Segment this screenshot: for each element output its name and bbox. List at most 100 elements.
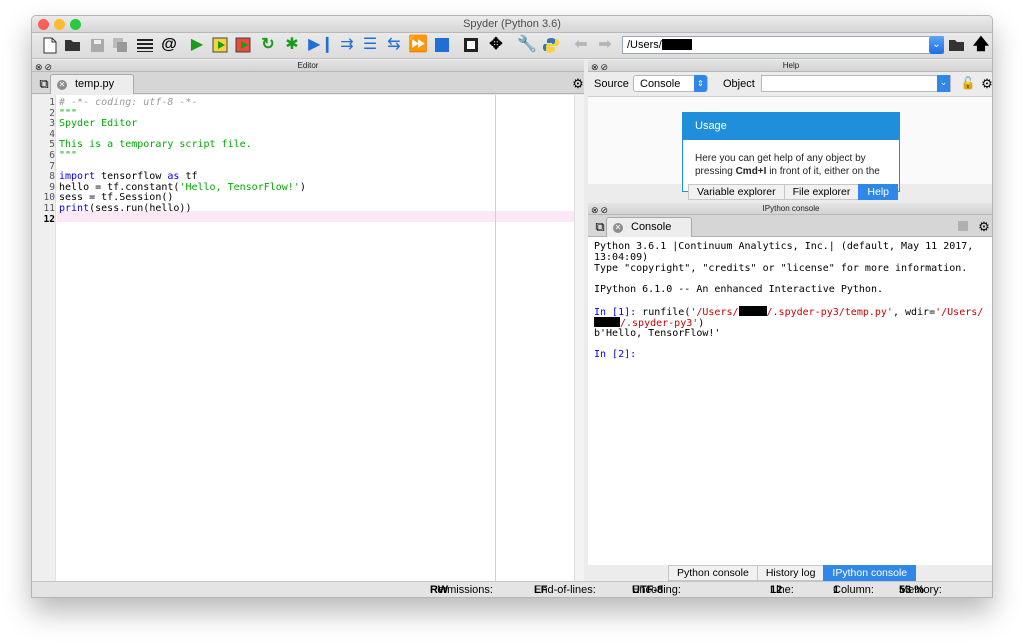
tab-label: temp.py xyxy=(75,78,115,90)
tab-temp-py[interactable]: ✕ temp.py xyxy=(50,74,134,94)
usage-text-post: in front of it, either on the xyxy=(766,166,880,177)
open-file-icon[interactable] xyxy=(63,35,83,55)
line-number-gutter: 1 2 3 4 5 6 7 8 9 10 11 12 xyxy=(32,95,56,581)
line-number: 3 xyxy=(49,118,55,130)
editor-pane-title: Editor xyxy=(297,61,319,70)
path-dropdown-chevron-icon[interactable]: ⌄ xyxy=(929,36,944,54)
line-number: 8 xyxy=(49,171,55,183)
continue-icon[interactable]: ⏩ xyxy=(408,35,428,55)
redacted-block xyxy=(738,306,767,316)
path-text: /Users/ xyxy=(627,39,662,51)
browse-folder-icon[interactable] xyxy=(947,35,967,55)
help-pane-header: ⊗⊘ Help xyxy=(588,60,992,72)
run-cell-advance-icon[interactable] xyxy=(234,35,254,55)
working-directory-input[interactable]: /Users/ xyxy=(622,36,944,54)
usage-line-2: pressing Cmd+I in front of it, either on… xyxy=(695,165,887,178)
tab-console-2a[interactable]: ✕ Console 2/A xyxy=(606,217,692,252)
step-in-icon[interactable]: ☰ xyxy=(360,35,380,55)
new-file-icon[interactable] xyxy=(40,35,60,55)
code-line: # -*- coding: utf-8 -*- xyxy=(59,97,198,108)
run-cell-icon[interactable] xyxy=(211,35,231,55)
ipython-pane-header: ⊗⊘ IPython console xyxy=(588,203,992,215)
tab-ipython-console[interactable]: IPython console xyxy=(823,565,917,581)
tab-file-explorer[interactable]: File explorer xyxy=(783,184,860,200)
save-file-icon[interactable] xyxy=(87,35,107,55)
eol-label: End-of-lines: xyxy=(534,584,596,596)
maximize-pane-icon[interactable] xyxy=(461,35,481,55)
encoding-label: Encoding: xyxy=(632,584,681,596)
rerun-icon[interactable]: ↻ xyxy=(258,35,278,55)
editor-scrollbar[interactable] xyxy=(574,95,584,581)
parent-directory-icon[interactable]: 🡅 xyxy=(971,35,991,55)
save-all-icon[interactable] xyxy=(110,35,130,55)
source-label: Source xyxy=(594,78,629,90)
line-number: 10 xyxy=(43,192,55,204)
line-number: 1 xyxy=(49,97,55,108)
list-icon[interactable] xyxy=(135,35,155,55)
console-output-1: b'Hello, TensorFlow!' xyxy=(594,328,721,339)
tab-help[interactable]: Help xyxy=(858,184,898,200)
debug-icon[interactable]: ✱ xyxy=(282,35,302,55)
tab-python-console[interactable]: Python console xyxy=(668,565,758,581)
permissions-label: Permissions: xyxy=(430,584,493,596)
stop-debug-icon[interactable] xyxy=(432,35,452,55)
line-number: 2 xyxy=(49,107,55,119)
memory-label: Memory: xyxy=(899,584,942,596)
redacted-block xyxy=(661,39,692,50)
help-content: Usage Here you can get help of any objec… xyxy=(588,96,992,192)
lock-icon[interactable]: 🔓 xyxy=(958,73,978,93)
line-number: 12 xyxy=(43,213,55,225)
line-label: Line: xyxy=(770,584,794,596)
editor-options-gear-icon[interactable]: ⚙ xyxy=(568,73,588,93)
step-icon[interactable]: ⇉ xyxy=(337,35,357,55)
close-console-icon[interactable]: ✕ xyxy=(613,223,623,233)
source-select[interactable]: Console ⇕ xyxy=(633,75,708,92)
close-tab-icon[interactable]: ✕ xyxy=(57,80,67,90)
fullscreen-icon[interactable]: ✥ xyxy=(486,35,506,55)
help-toolbar: Source Console ⇕ Object ⌄ 🔓 ⚙ xyxy=(588,72,992,96)
string-1b: /.spyder-py3/temp.py' xyxy=(766,307,893,318)
code-line: print(sess.run(hello)) xyxy=(59,203,192,214)
line-number: 6 xyxy=(49,150,55,161)
code-line: """ xyxy=(59,107,78,119)
usage-text: Here you can get help of any object by p… xyxy=(683,140,899,178)
tab-variable-explorer[interactable]: Variable explorer xyxy=(688,184,785,200)
help-pane-title: Help xyxy=(782,61,800,70)
console-tab-bar: ⧉ ✕ Console 2/A ⚙ xyxy=(588,215,992,252)
tools-wrench-icon[interactable]: 🔧 xyxy=(517,35,537,55)
forward-arrow-icon[interactable]: ➡ xyxy=(595,35,615,55)
usage-line-1: Here you can get help of any object by xyxy=(695,153,866,164)
code-editor[interactable]: 1 2 3 4 5 6 7 8 9 10 11 12 # -*- coding: utf-8 -*- "… xyxy=(32,95,574,581)
object-label: Object xyxy=(723,78,755,90)
python-path-icon[interactable] xyxy=(541,35,561,55)
window-title: Spyder (Python 3.6) xyxy=(463,18,561,30)
help-bottom-tabs: Variable explorer File explorer Help xyxy=(688,184,898,200)
code-line: import tensorflow as tf xyxy=(59,171,198,183)
tab-history-log[interactable]: History log xyxy=(756,565,825,581)
usage-box: Usage Here you can get help of any objec… xyxy=(682,112,900,192)
debug-step-icon[interactable]: ▶❙ xyxy=(308,35,334,55)
wdir-arg: , wdir= xyxy=(892,307,936,318)
run-icon[interactable]: ▶ xyxy=(187,35,207,55)
at-icon[interactable]: @ xyxy=(159,35,179,55)
usage-text-pre: pressing xyxy=(695,166,736,177)
object-dropdown-chevron-icon[interactable]: ⌄ xyxy=(937,75,950,92)
interrupt-kernel-icon[interactable] xyxy=(958,221,968,231)
encoding-status: Encoding: UTF-8 xyxy=(632,582,681,597)
ipython-console-output[interactable]: Python 3.6.1 |Continuum Analytics, Inc.|… xyxy=(588,237,992,565)
eol-status: End-of-lines: LF xyxy=(534,582,596,597)
editor-tab-bar: ⧉ ✕ temp.py ⚙ xyxy=(32,72,584,94)
redacted-block xyxy=(594,317,620,327)
step-out-icon[interactable]: ⇆ xyxy=(384,35,404,55)
source-select-value: Console xyxy=(640,78,681,90)
console-options-gear-icon[interactable]: ⚙ xyxy=(974,216,992,236)
code-line: """ xyxy=(59,150,78,161)
back-arrow-icon[interactable]: ⬅ xyxy=(571,35,591,55)
help-options-gear-icon[interactable]: ⚙ xyxy=(977,73,992,93)
string-2a: '/Users/ xyxy=(935,307,984,318)
ipython-pane: ⊗⊘ IPython console ⧉ ✕ Console 2/A ⚙ Pyt… xyxy=(588,203,992,581)
object-input[interactable]: ⌄ xyxy=(761,75,951,92)
code-line: Spyder Editor xyxy=(59,118,138,130)
updown-chevron-icon: ⇕ xyxy=(694,75,707,92)
code-line: hello = tf.constant('Hello, TensorFlow!'… xyxy=(59,181,306,193)
